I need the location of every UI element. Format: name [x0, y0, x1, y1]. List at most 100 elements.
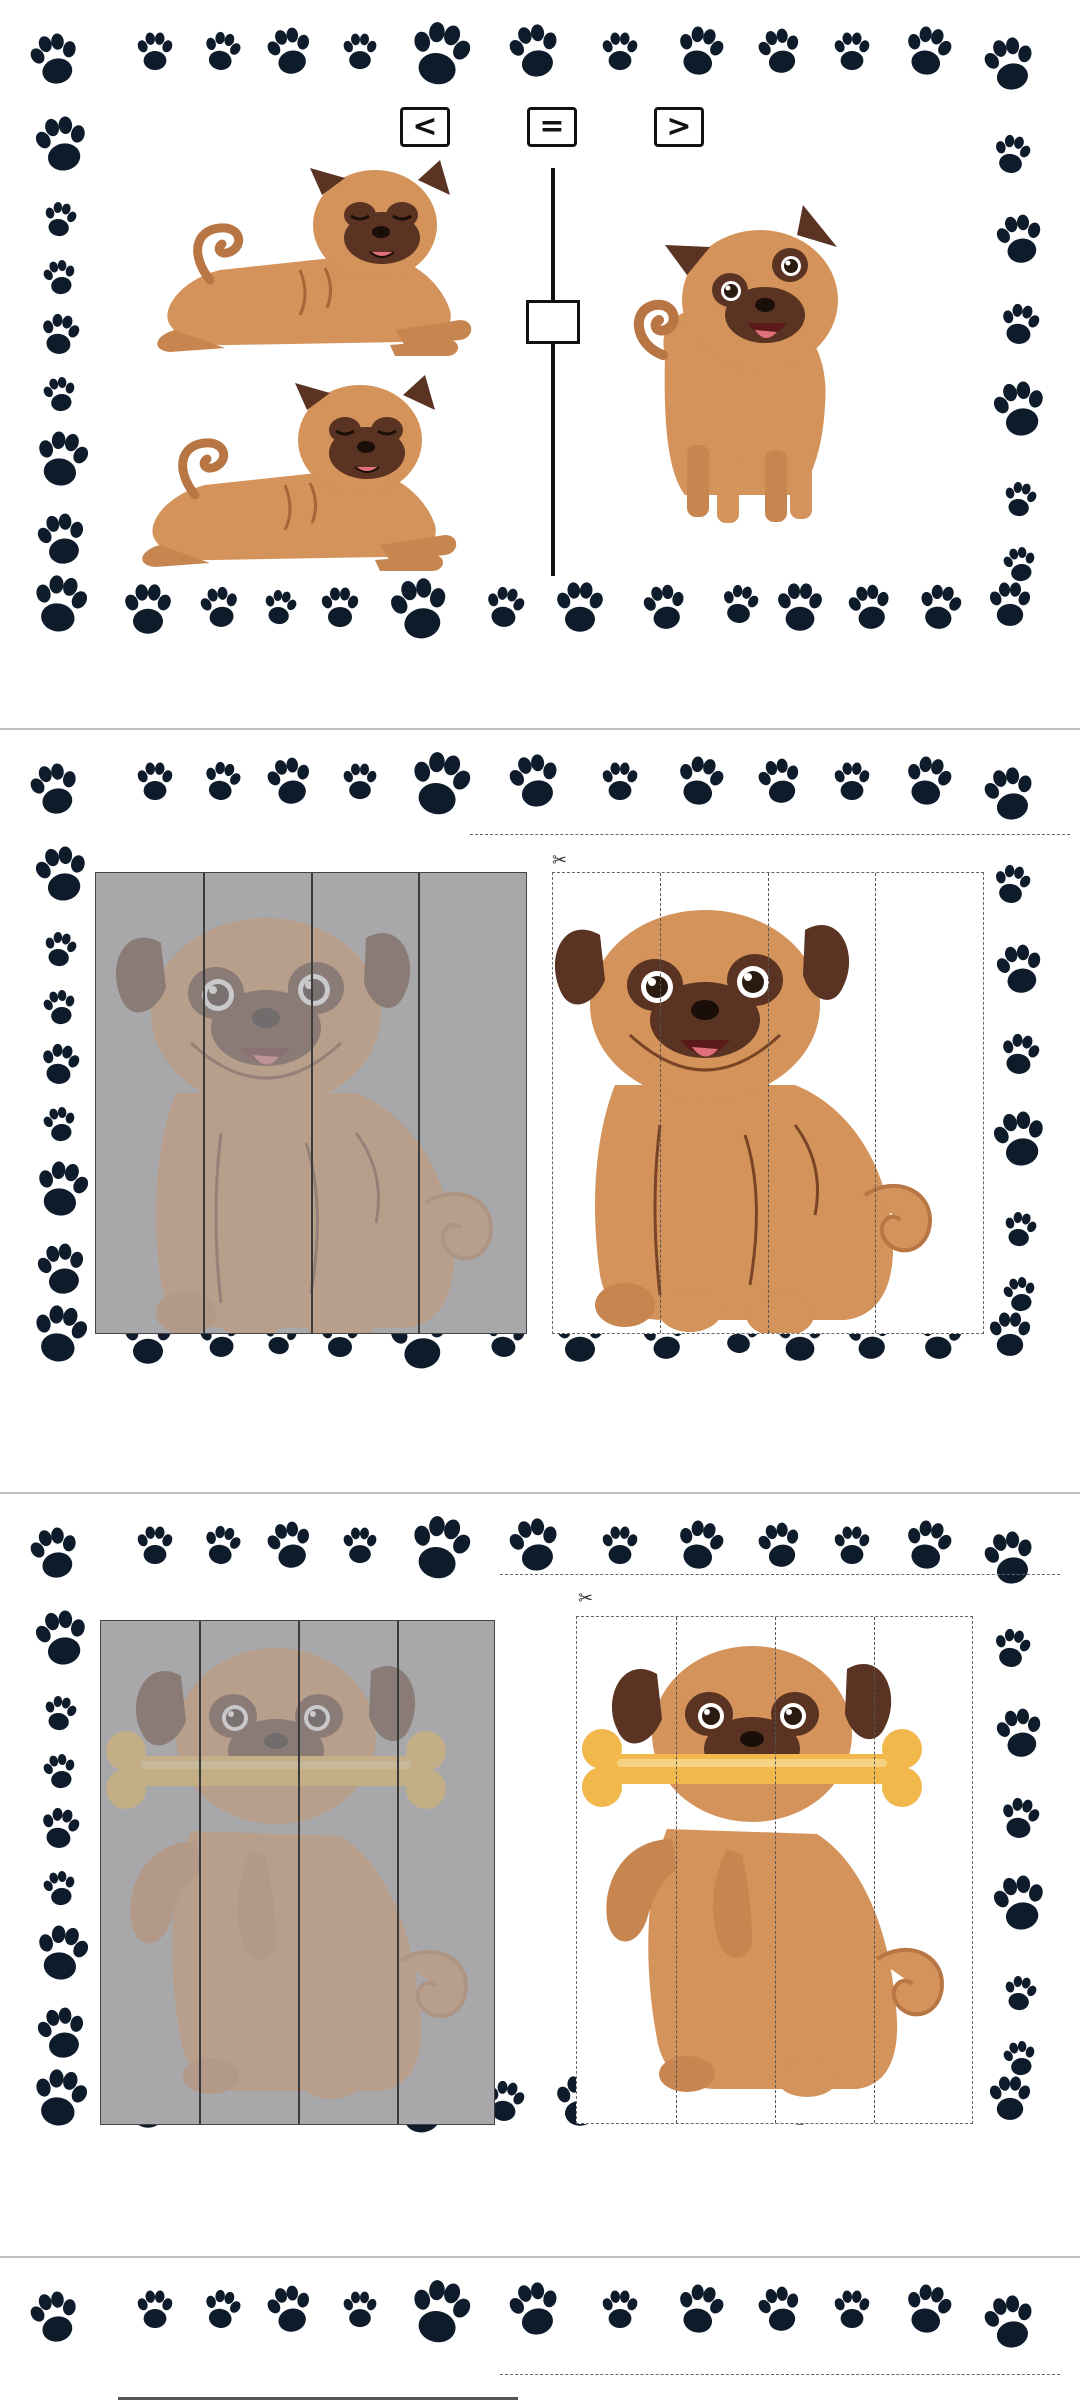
paw-print-icon [30, 1606, 94, 1669]
paw-print-icon [991, 211, 1048, 267]
paw-print-icon [262, 753, 318, 809]
cut-line [660, 873, 661, 1333]
paw-print-icon [671, 1516, 729, 1574]
paw-print-icon [844, 581, 896, 633]
greater-than-symbol: > [666, 109, 692, 144]
paw-print-icon [403, 1510, 478, 1585]
paw-print-icon [36, 310, 84, 358]
paw-print-icon [40, 1104, 80, 1144]
paw-print-icon [341, 1527, 379, 1564]
paw-print-icon [753, 1518, 806, 1572]
puzzle-base-board [100, 1620, 495, 2125]
scissors-icon: ✂ [552, 850, 568, 871]
paw-print-icon [27, 571, 93, 637]
paw-print-icon [403, 746, 478, 821]
page-instructions: < = > [0, 0, 1080, 730]
cut-guide-line [500, 1574, 1060, 1575]
puzzle-cut-strips [552, 872, 984, 1334]
paw-print-icon [25, 2287, 85, 2347]
paw-print-icon [988, 1107, 1052, 1170]
paw-print-icon [199, 1522, 245, 1568]
paw-print-icon [36, 1040, 84, 1088]
paw-print-icon [899, 22, 957, 80]
paw-print-icon [600, 1526, 640, 1565]
paw-print-icon [384, 573, 455, 644]
paw-print-icon [1000, 1973, 1040, 2013]
paw-print-icon [30, 842, 94, 905]
paw-print-icon [1000, 1274, 1040, 1314]
paw-print-icon [987, 581, 1033, 626]
paw-print-icon [753, 2282, 806, 2336]
paw-print-icon [32, 1239, 91, 1298]
strip-divider [203, 873, 205, 1333]
paw-print-icon [671, 752, 729, 810]
paw-print-icon [30, 1157, 94, 1220]
paw-print-icon [30, 112, 94, 175]
paw-print-icon [832, 2290, 872, 2329]
cut-line [874, 1617, 875, 2123]
paw-print-icon [196, 583, 244, 631]
paw-print-icon [996, 1794, 1044, 1842]
paw-print-icon [978, 2290, 1041, 2353]
less-than-symbol: < [412, 109, 438, 144]
paw-print-icon [996, 1030, 1044, 1078]
paw-print-icon [671, 2280, 729, 2338]
comparison-slider-track [551, 168, 555, 576]
paw-print-icon [503, 2277, 566, 2340]
paw-print-icon [32, 2003, 91, 2062]
paw-print-icon [30, 427, 94, 490]
equals-card: = [527, 107, 577, 147]
paw-print-icon [1000, 1209, 1040, 1249]
paw-print-icon [40, 374, 80, 414]
paw-print-icon [40, 257, 80, 297]
document-viewer[interactable]: < = > ✂ ✂ [0, 0, 1080, 2400]
paw-print-icon [671, 22, 729, 80]
cut-guide-line [470, 834, 1070, 835]
paw-print-icon [988, 1871, 1052, 1934]
paw-print-icon [25, 759, 85, 819]
paw-print-icon [262, 2281, 318, 2337]
paw-print-icon [639, 581, 691, 633]
cut-line [775, 1617, 776, 2123]
strip-divider [397, 1621, 399, 2124]
paw-border [25, 2274, 1041, 2353]
paw-print-icon [753, 24, 806, 78]
cut-line [875, 873, 876, 1333]
paw-print-icon [753, 754, 806, 808]
page-puzzle-pug-with-bone: ✂ [0, 1494, 1080, 2256]
paw-print-icon [899, 1516, 957, 1574]
puzzle-base-board [95, 872, 527, 1334]
paw-print-icon [503, 1513, 566, 1576]
paw-print-icon [40, 1868, 80, 1908]
less-than-card: < [400, 107, 450, 147]
paw-print-icon [503, 749, 566, 812]
paw-print-icon [832, 1526, 872, 1565]
paw-print-icon [978, 32, 1041, 95]
paw-print-icon [135, 1526, 175, 1565]
paw-print-icon [403, 2274, 478, 2349]
cut-line [768, 873, 769, 1333]
paw-print-icon [122, 583, 174, 634]
paw-print-icon [262, 1517, 318, 1573]
paw-print-icon [25, 29, 85, 89]
paw-print-icon [40, 1751, 80, 1791]
paw-print-icon [341, 33, 379, 70]
strip-divider [418, 873, 420, 1333]
paw-print-icon [199, 758, 245, 804]
cut-guide-line [500, 2374, 1060, 2375]
paw-print-icon [987, 2075, 1033, 2120]
pug-lying-icon [135, 375, 465, 575]
paw-print-icon [341, 763, 379, 800]
paw-print-icon [554, 581, 606, 632]
strip-divider [298, 1621, 300, 2124]
pug-standing-icon [625, 205, 865, 525]
paw-print-icon [260, 587, 300, 627]
paw-print-icon [40, 987, 80, 1027]
paw-print-icon [990, 1626, 1035, 1671]
comparison-slider-thumb[interactable] [526, 300, 580, 344]
paw-print-icon [832, 762, 872, 801]
page-puzzle-sitting-pug: ✂ [0, 730, 1080, 1492]
paw-print-icon [978, 1526, 1041, 1589]
paw-print-icon [199, 2286, 245, 2332]
paw-print-icon [899, 752, 957, 810]
